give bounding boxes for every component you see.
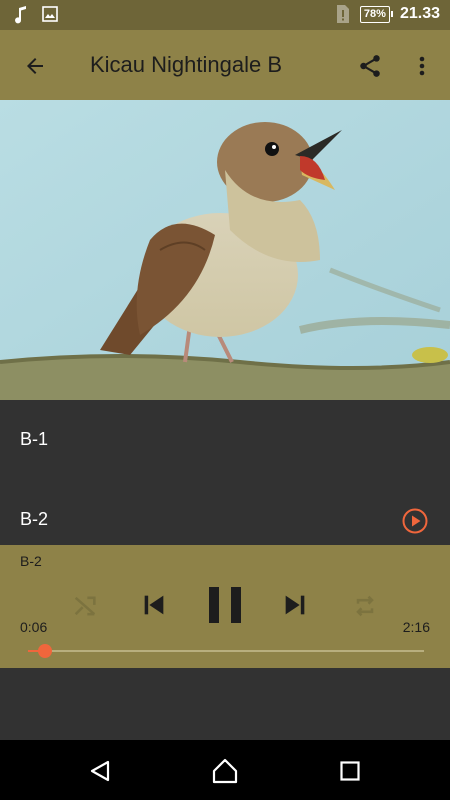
arrow-back-icon (27, 58, 43, 74)
back-triangle-icon[interactable] (88, 759, 112, 783)
status-bar: 78% 21.33 (0, 0, 450, 30)
play-circle-icon[interactable] (402, 508, 428, 534)
total-duration: 2:16 (402, 619, 430, 635)
seek-bar-thumb[interactable] (38, 644, 53, 658)
system-nav-bar (0, 740, 450, 800)
share-button[interactable] (354, 50, 386, 82)
player-panel: B-2 0:06 2:16 (0, 545, 450, 668)
list-item[interactable]: B-2 (0, 495, 450, 545)
music-note-icon (15, 6, 26, 24)
share-icon (360, 55, 380, 77)
list-item[interactable]: B-1 (0, 415, 450, 465)
image-icon (42, 6, 58, 22)
overflow-menu-button[interactable] (410, 50, 434, 82)
page-title: Kicau Nightingale B (90, 52, 283, 77)
app-bar: Kicau Nightingale B (0, 30, 450, 100)
elapsed-time: 0:06 (20, 619, 48, 635)
repeat-icon[interactable] (351, 592, 379, 620)
shuffle-icon[interactable] (71, 592, 99, 620)
pause-icon[interactable] (205, 585, 245, 625)
skip-next-icon[interactable] (281, 591, 309, 619)
track-label: B-1 (20, 429, 49, 449)
seek-bar[interactable] (28, 644, 424, 658)
clock: 21.33 (399, 5, 440, 22)
back-button[interactable] (18, 52, 52, 80)
track-label: B-2 (20, 509, 49, 529)
skip-previous-icon[interactable] (140, 591, 168, 619)
track-list: B-1 B-2 (0, 400, 450, 545)
empty-area (0, 668, 450, 740)
more-vert-icon (419, 56, 425, 76)
now-playing-label: B-2 (20, 553, 42, 569)
bird-photo (0, 100, 450, 400)
sim-alert-icon (336, 5, 349, 23)
recents-icon[interactable] (340, 761, 360, 781)
home-icon[interactable] (211, 757, 239, 785)
battery-indicator: 78% (359, 5, 393, 23)
